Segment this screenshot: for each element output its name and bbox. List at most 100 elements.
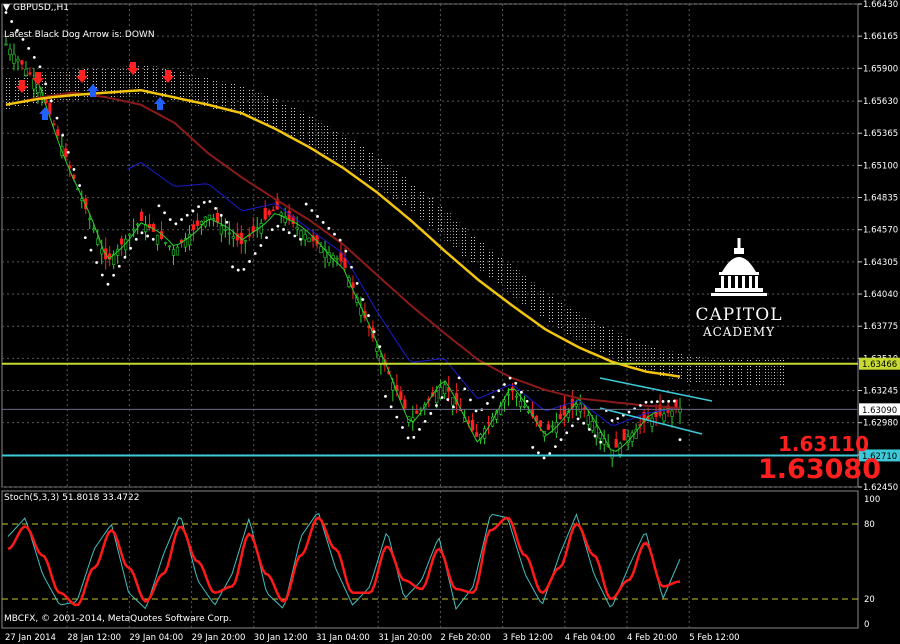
candle-body: [451, 397, 455, 406]
sar-dot: [338, 238, 342, 242]
sar-dot: [508, 376, 512, 380]
price-tick-label: 1.65100: [863, 161, 898, 171]
cloud-slice: [341, 135, 348, 165]
cloud-slice: [590, 321, 597, 349]
sar-dot: [208, 200, 212, 203]
price-tick-label: 1.65630: [863, 97, 898, 107]
sar-dot: [559, 438, 563, 442]
sar-dot: [44, 82, 48, 86]
candle-body: [223, 229, 227, 231]
sar-dot: [49, 99, 53, 103]
sar-dot: [55, 116, 59, 120]
candle-body: [231, 236, 235, 239]
sar-dot: [344, 249, 348, 253]
price-tick-label: 1.62980: [863, 419, 898, 429]
candle-body: [24, 68, 28, 76]
candle-body: [339, 252, 343, 262]
sar-dot: [66, 151, 70, 154]
cloud-slice: [324, 125, 331, 155]
cloud-slice: [694, 356, 700, 384]
time-tick-label: 31 Jan 04:00: [316, 633, 370, 643]
candle-body: [171, 249, 176, 256]
sar-dot: [570, 424, 574, 428]
sar-dot: [321, 220, 325, 224]
cloud-slice: [547, 294, 554, 323]
candle-body: [92, 228, 96, 231]
sar-dot: [423, 420, 427, 423]
candle-body: [670, 410, 674, 417]
cloud-slice: [573, 312, 580, 340]
sar-dot: [10, 20, 14, 23]
sar-dot: [667, 399, 671, 403]
price-tick-label: 1.65365: [863, 129, 898, 139]
candle-body: [399, 391, 403, 400]
cloud-slice: [289, 107, 296, 137]
cloud-slice: [599, 325, 606, 354]
cloud-slice: [444, 212, 451, 242]
candle-body: [88, 218, 92, 221]
sar-dot: [185, 213, 189, 217]
sar-dot: [406, 436, 410, 440]
chart-menu-icon[interactable]: ▼: [3, 3, 10, 13]
price-tick-label: 1.64570: [863, 226, 898, 236]
cloud-slice: [625, 337, 632, 365]
dome-icon: [711, 238, 767, 296]
sar-dot: [514, 381, 518, 385]
stoch-tick-label: 80: [864, 520, 875, 530]
candle-body: [4, 43, 8, 46]
candle-body: [271, 209, 275, 212]
candle-body: [415, 410, 419, 414]
sar-dot: [27, 46, 31, 50]
sar-dot: [587, 428, 591, 431]
cloud-slice: [358, 146, 365, 176]
candle-body: [546, 424, 550, 430]
sar-dot: [435, 404, 438, 407]
stoch-tick-label: 100: [864, 495, 880, 505]
sar-dot: [316, 215, 319, 218]
cloud-slice: [504, 263, 511, 292]
sar-dot: [361, 298, 365, 301]
candle-body: [375, 347, 379, 352]
candle-body: [586, 415, 590, 425]
cloud-slice: [332, 130, 339, 160]
sar-dot: [100, 273, 104, 277]
sar-dot: [202, 200, 206, 204]
sar-dot: [146, 234, 149, 238]
sar-dot: [491, 395, 495, 399]
cloud-slice: [427, 197, 434, 227]
sar-dot: [469, 398, 472, 402]
sar-dot: [542, 456, 546, 460]
sar-dot: [627, 410, 631, 414]
sar-dot: [678, 438, 682, 442]
candle-body: [514, 395, 519, 398]
cloud-slice: [461, 228, 468, 257]
cloud-slice: [436, 205, 442, 234]
sar-dot: [452, 405, 455, 409]
sar-dot: [333, 232, 336, 236]
sar-dot: [327, 226, 331, 230]
price-tick-label: 1.64835: [863, 194, 898, 204]
time-tick-label: 28 Jan 12:00: [67, 633, 121, 643]
stoch-main-line: [7, 516, 681, 607]
sar-dot: [672, 399, 676, 403]
sar-dot: [372, 330, 376, 334]
sar-dot: [123, 255, 127, 259]
sar-dot: [378, 345, 382, 349]
candle-body: [120, 238, 124, 245]
sar-dot: [276, 224, 280, 228]
time-tick-label: 30 Jan 12:00: [254, 633, 308, 643]
candle-body: [662, 413, 666, 422]
sar-dot: [446, 398, 450, 401]
candle-body: [526, 410, 531, 413]
candle-body: [590, 420, 594, 431]
candle-body: [8, 48, 12, 55]
candle-body: [64, 148, 68, 158]
sar-dot: [355, 281, 359, 285]
sar-dot: [310, 209, 314, 212]
sar-dot: [140, 231, 144, 235]
ichimoku-cloud: [6, 65, 786, 386]
cloud-slice: [298, 111, 305, 141]
capitol-logo: CAPITOL ACADEMY: [695, 238, 783, 339]
candle-body: [12, 53, 16, 64]
candle-body: [522, 405, 527, 408]
